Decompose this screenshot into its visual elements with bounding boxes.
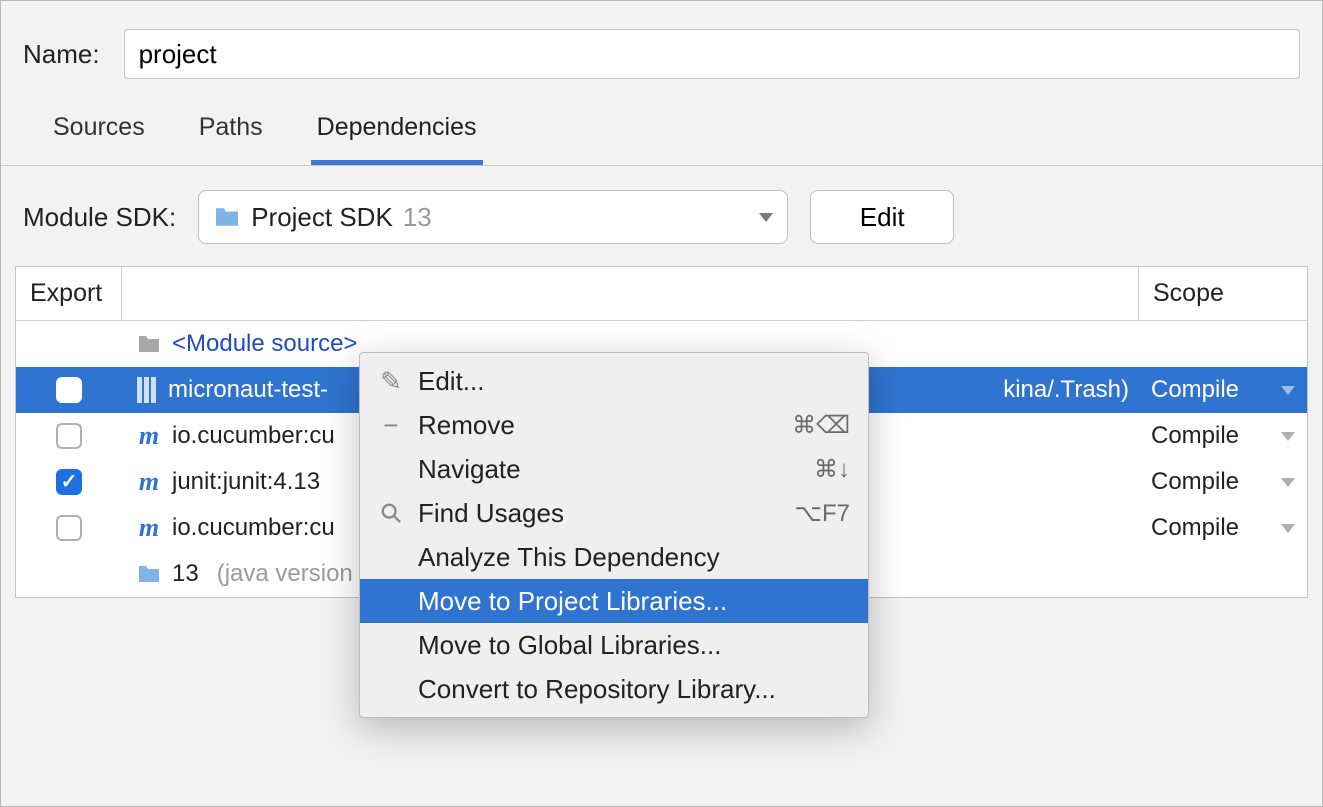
ctx-label: Convert to Repository Library... — [418, 674, 776, 705]
minus-icon: − — [378, 410, 404, 441]
chevron-down-icon — [1281, 478, 1295, 487]
cell-text: io.cucumber:cu — [172, 514, 335, 542]
tab-dependencies[interactable]: Dependencies — [311, 113, 483, 165]
export-checkbox[interactable] — [56, 469, 82, 495]
column-header-export[interactable]: Export — [16, 267, 122, 320]
column-header-name[interactable] — [122, 267, 1139, 320]
sdk-row: Module SDK: Project SDK 13 Edit — [1, 166, 1322, 262]
scope-text: Compile — [1151, 422, 1239, 450]
scope-select[interactable]: Compile — [1139, 376, 1307, 404]
cell-text: io.cucumber:cu — [172, 422, 335, 450]
sdk-select-text: Project SDK — [251, 202, 393, 233]
ctx-edit[interactable]: ✎ Edit... — [360, 359, 868, 403]
cell-trail: kina/.Trash) — [1003, 376, 1139, 404]
module-settings-panel: Name: Sources Paths Dependencies Module … — [0, 0, 1323, 807]
context-menu: ✎ Edit... − Remove ⌘⌫ Navigate ⌘↓ Find U… — [359, 352, 869, 718]
sdk-label: Module SDK: — [23, 202, 176, 233]
ctx-label: Remove — [418, 410, 515, 441]
maven-icon: m — [136, 421, 162, 451]
chevron-down-icon — [1281, 386, 1295, 395]
export-checkbox[interactable] — [56, 515, 82, 541]
ctx-shortcut: ⌥F7 — [794, 499, 850, 528]
edit-sdk-button[interactable]: Edit — [810, 190, 954, 244]
ctx-move-global-libraries[interactable]: Move to Global Libraries... — [360, 623, 868, 667]
ctx-label: Analyze This Dependency — [418, 542, 720, 573]
export-checkbox[interactable] — [56, 377, 82, 403]
chevron-down-icon — [759, 213, 773, 222]
cell-text: micronaut-test- — [168, 376, 328, 404]
ctx-move-project-libraries[interactable]: Move to Project Libraries... — [360, 579, 868, 623]
library-icon — [136, 377, 158, 403]
ctx-shortcut: ⌘⌫ — [792, 411, 850, 440]
cell-text: junit:junit:4.13 — [172, 468, 320, 496]
ctx-label: Edit... — [418, 366, 484, 397]
ctx-label: Move to Global Libraries... — [418, 630, 721, 661]
tab-paths[interactable]: Paths — [193, 113, 269, 165]
sdk-select[interactable]: Project SDK 13 — [198, 190, 788, 244]
scope-select[interactable]: Compile — [1139, 422, 1307, 450]
cell-export — [16, 377, 122, 403]
name-input[interactable] — [124, 29, 1300, 79]
cell-detail: (java version — [217, 560, 353, 588]
export-checkbox[interactable] — [56, 423, 82, 449]
ctx-label: Navigate — [418, 454, 521, 485]
scope-text: Compile — [1151, 514, 1239, 542]
pencil-icon: ✎ — [378, 366, 404, 397]
sdk-select-version: 13 — [403, 202, 432, 233]
sdk-folder-icon — [136, 564, 162, 584]
search-icon — [378, 502, 404, 524]
tab-sources[interactable]: Sources — [47, 113, 151, 165]
ctx-remove[interactable]: − Remove ⌘⌫ — [360, 403, 868, 447]
ctx-shortcut: ⌘↓ — [814, 455, 850, 484]
ctx-label: Find Usages — [418, 498, 564, 529]
ctx-find-usages[interactable]: Find Usages ⌥F7 — [360, 491, 868, 535]
scope-text: Compile — [1151, 468, 1239, 496]
ctx-analyze[interactable]: Analyze This Dependency — [360, 535, 868, 579]
scope-select[interactable]: Compile — [1139, 514, 1307, 542]
ctx-navigate[interactable]: Navigate ⌘↓ — [360, 447, 868, 491]
maven-icon: m — [136, 467, 162, 497]
chevron-down-icon — [1281, 432, 1295, 441]
table-header: Export Scope — [16, 267, 1307, 321]
cell-text: <Module source> — [172, 330, 357, 358]
chevron-down-icon — [1281, 524, 1295, 533]
sdk-folder-icon — [213, 206, 241, 228]
ctx-label: Move to Project Libraries... — [418, 586, 727, 617]
tabs: Sources Paths Dependencies — [1, 95, 1322, 166]
scope-select[interactable]: Compile — [1139, 468, 1307, 496]
maven-icon: m — [136, 513, 162, 543]
name-row: Name: — [1, 1, 1322, 95]
column-header-scope[interactable]: Scope — [1139, 267, 1307, 320]
cell-text: 13 — [172, 560, 199, 588]
name-label: Name: — [23, 39, 100, 70]
scope-text: Compile — [1151, 376, 1239, 404]
folder-icon — [136, 334, 162, 354]
ctx-convert-repository[interactable]: Convert to Repository Library... — [360, 667, 868, 711]
